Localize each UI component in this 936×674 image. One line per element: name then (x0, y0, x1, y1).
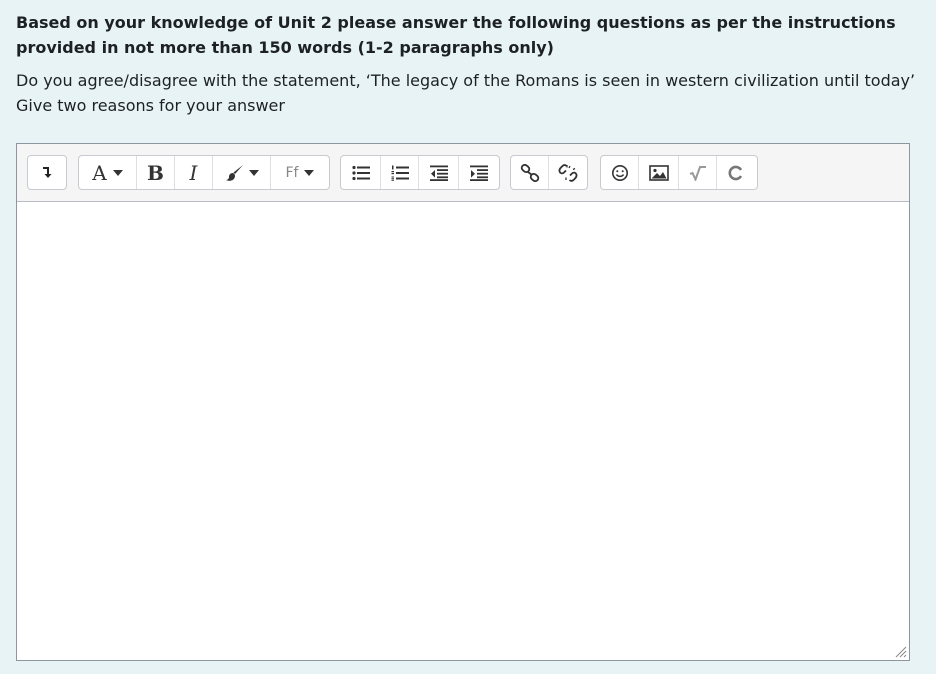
unlink-icon (558, 163, 578, 182)
text-color-button[interactable] (213, 156, 271, 189)
question-statement: Do you agree/disagree with the statement… (16, 71, 916, 115)
toolbar-group-collapse (27, 155, 67, 190)
resize-handle-icon[interactable] (895, 646, 907, 658)
unordered-list-button[interactable] (341, 156, 381, 189)
question-text: Based on your knowledge of Unit 2 please… (16, 10, 916, 118)
chevron-down-icon (112, 169, 123, 176)
indent-button[interactable] (459, 156, 499, 189)
outdent-button[interactable] (419, 156, 459, 189)
editor-toolbar: A B I Ff (17, 144, 909, 202)
toolbar-group-style: A B I Ff (78, 155, 330, 190)
emoticon-button[interactable] (601, 156, 639, 189)
ordered-list-button[interactable] (381, 156, 419, 189)
link-icon (520, 163, 539, 182)
toolbar-group-links (510, 155, 588, 190)
toolbar-group-list (340, 155, 500, 190)
unlink-button[interactable] (549, 156, 587, 189)
link-button[interactable] (511, 156, 549, 189)
chevron-down-icon (304, 169, 315, 176)
bold-button[interactable]: B (137, 156, 175, 189)
question-instruction: Based on your knowledge of Unit 2 please… (16, 13, 896, 57)
bullet-list-icon (351, 165, 370, 180)
refresh-icon (728, 165, 743, 180)
font-size-button[interactable]: A (79, 156, 137, 189)
italic-label: I (189, 160, 198, 185)
collapse-arrow-icon (43, 166, 52, 178)
insert-image-button[interactable] (639, 156, 679, 189)
font-size-label: A (92, 160, 107, 185)
chevron-down-icon (248, 169, 259, 176)
rich-text-editor: A B I Ff (16, 143, 910, 661)
smiley-icon (611, 164, 628, 181)
font-family-button[interactable]: Ff (271, 156, 329, 189)
outdent-icon (429, 165, 448, 181)
bold-label: B (147, 160, 164, 185)
equation-button[interactable] (679, 156, 717, 189)
numbered-list-icon (391, 165, 409, 181)
toolbar-group-insert (600, 155, 758, 190)
collapse-toolbar-button[interactable] (28, 156, 66, 189)
font-family-label: Ff (285, 164, 299, 181)
paintbrush-icon (225, 164, 243, 181)
image-icon (648, 164, 669, 181)
italic-button[interactable]: I (175, 156, 213, 189)
indent-icon (470, 165, 488, 181)
square-root-icon (689, 165, 706, 181)
editor-content-area[interactable] (17, 202, 909, 660)
media-button[interactable] (717, 156, 755, 189)
